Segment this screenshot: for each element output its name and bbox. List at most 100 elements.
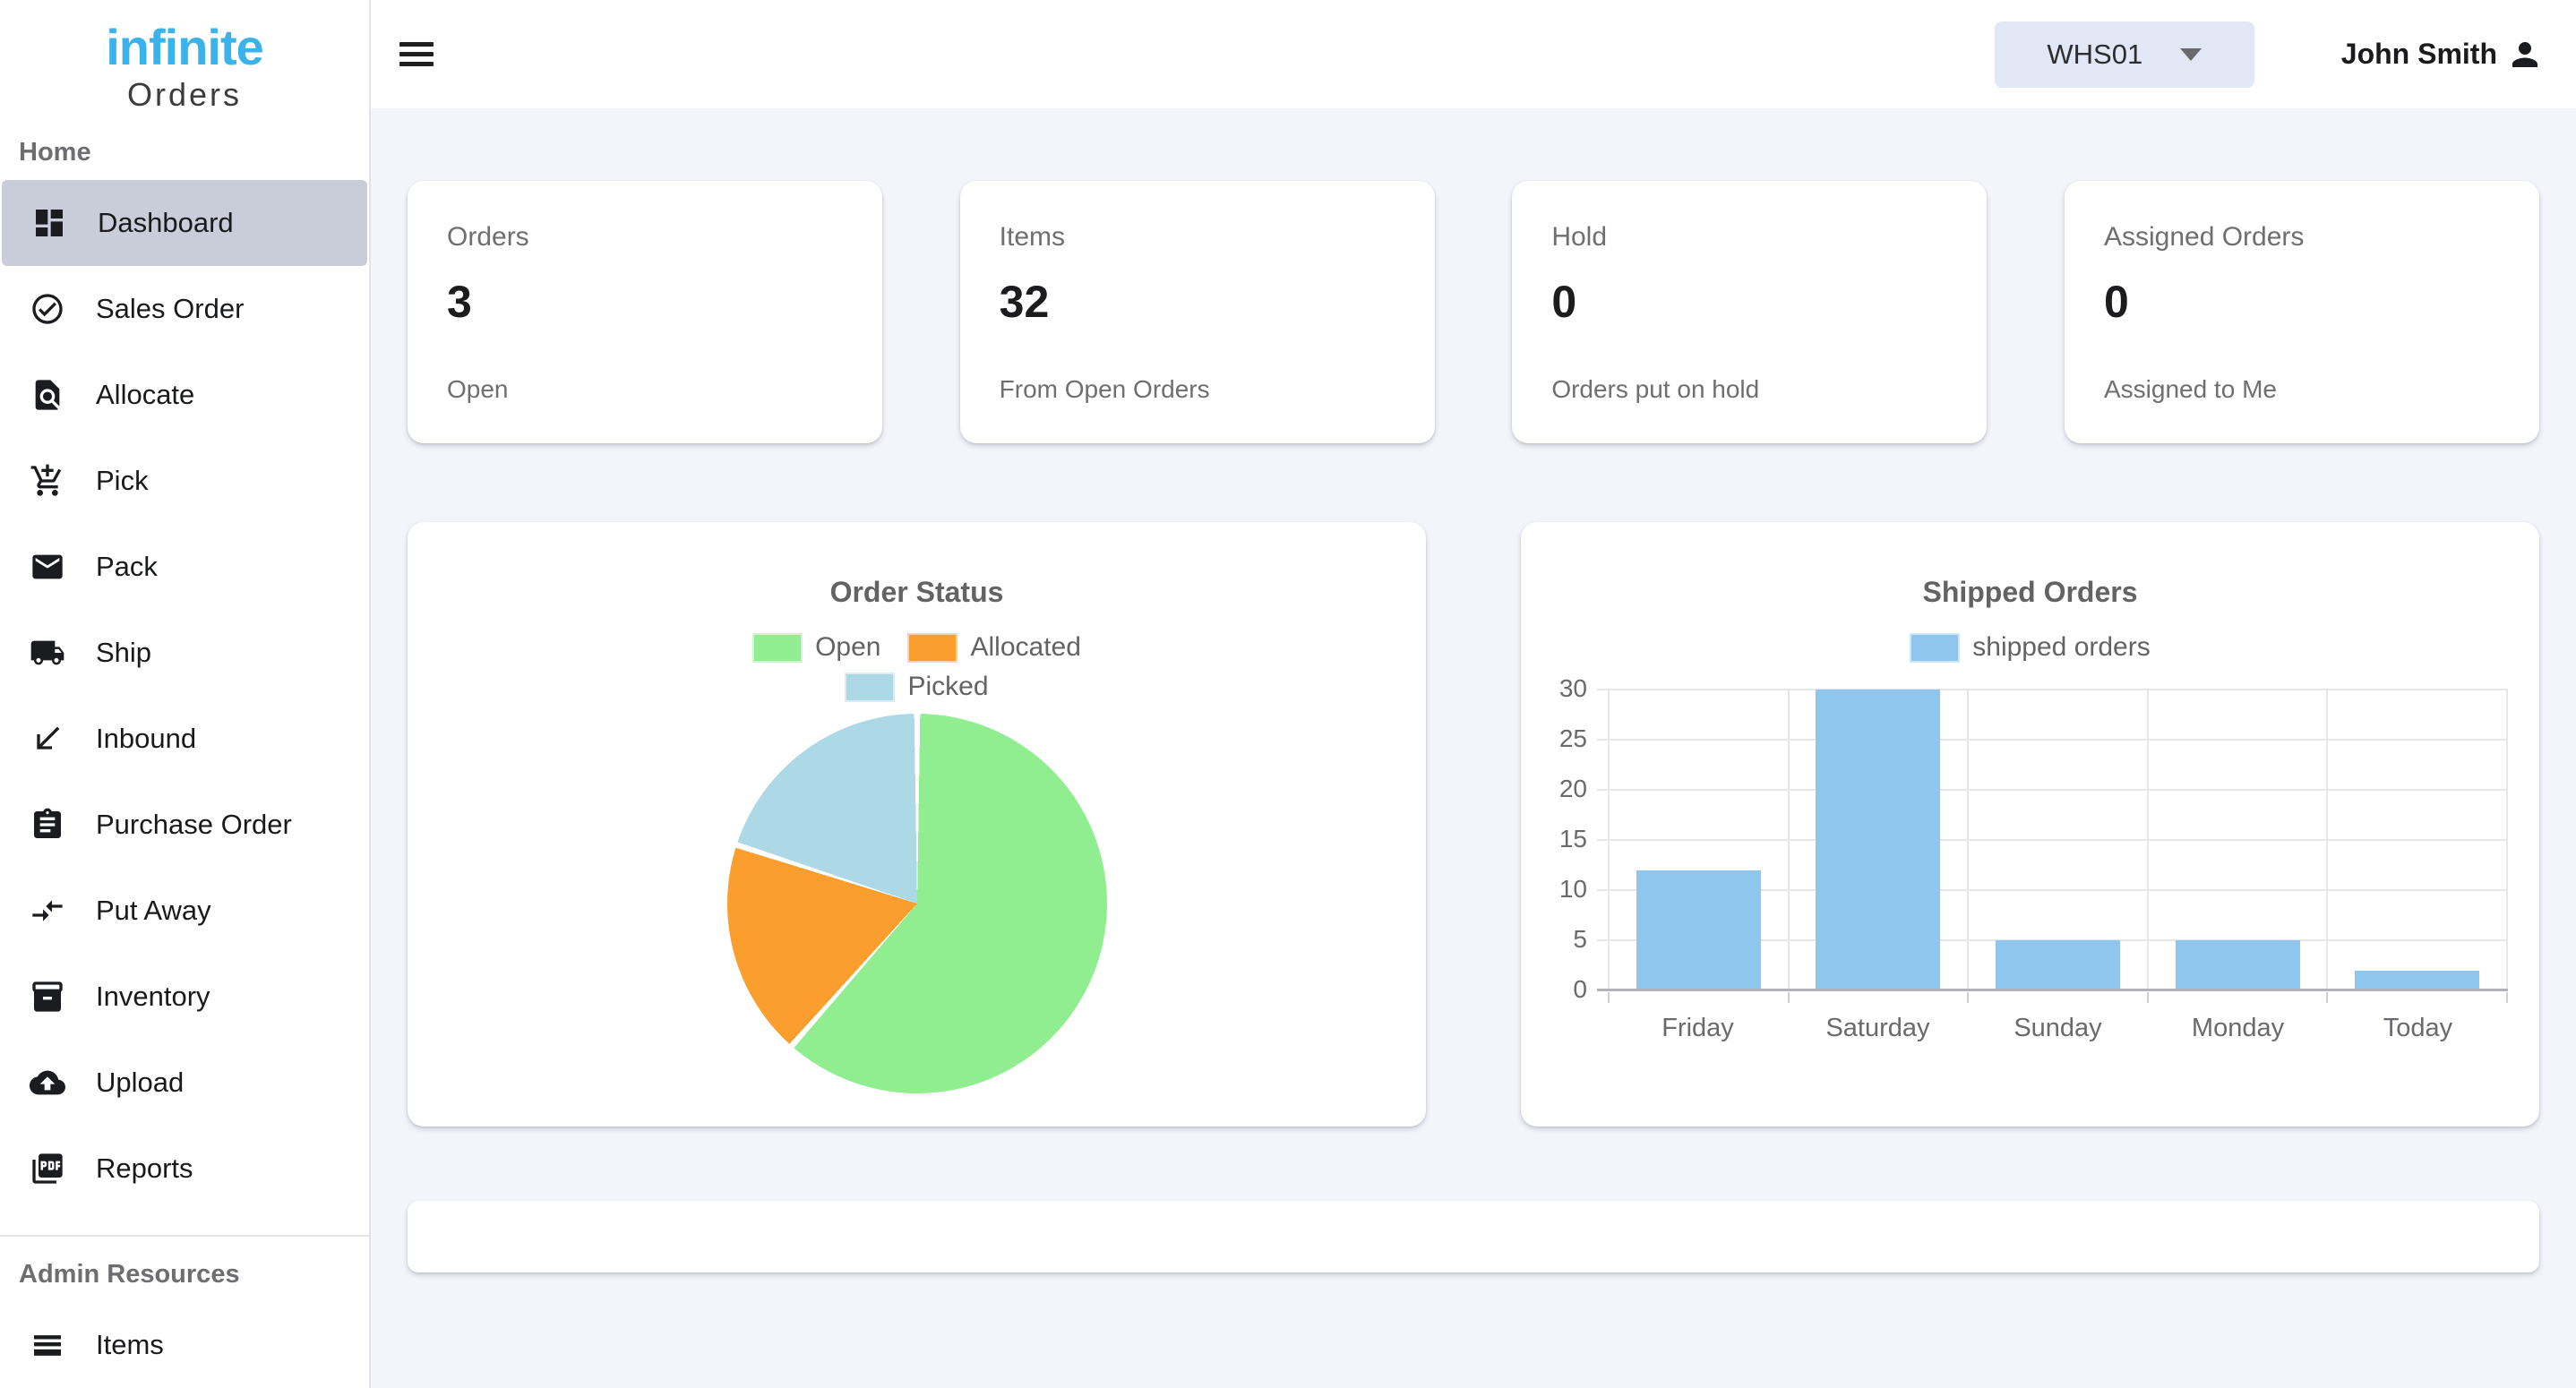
y-tick-label: 20: [1523, 775, 1587, 803]
sidebar-item-inbound[interactable]: Inbound: [0, 696, 369, 782]
bar-chart-title: Shipped Orders: [1521, 576, 2539, 609]
sidebar: infinite Orders Home Dashboard Sales Order…: [0, 0, 371, 1388]
legend-label: Open: [815, 632, 880, 663]
sidebar-sections: Home Dashboard Sales Order Allocate Pick Pack…: [0, 138, 369, 1388]
legend-swatch: [1910, 633, 1960, 663]
sidebar-section: Home Dashboard Sales Order Allocate Pick Pack…: [0, 138, 369, 1212]
y-tick-label: 25: [1523, 724, 1587, 753]
clipboard-icon: [30, 807, 65, 843]
sidebar-item-sales-order[interactable]: Sales Order: [0, 266, 369, 352]
stat-card-value: 32: [1000, 276, 1395, 328]
sidebar-item-pick[interactable]: Pick: [0, 438, 369, 524]
x-tick-label: Friday: [1608, 1014, 1788, 1043]
sidebar-item-dashboard[interactable]: Dashboard: [2, 180, 367, 266]
stat-card-caption: Assigned to Me: [2104, 375, 2500, 404]
sidebar-item-label: Pack: [96, 551, 158, 583]
sidebar-item-label: Dashboard: [98, 207, 234, 239]
inventory-icon: [30, 979, 65, 1015]
bar-today: [2355, 971, 2479, 990]
shipped-orders-card: Shipped Orders shipped orders 0510152025…: [1521, 522, 2539, 1127]
brand-name: infinite: [0, 20, 369, 75]
chevron-down-icon: [2180, 48, 2202, 61]
order-status-card: Order Status Open Allocated Picked: [408, 522, 1426, 1127]
empty-card: [408, 1201, 2539, 1272]
sidebar-item-allocate[interactable]: Allocate: [0, 352, 369, 438]
stat-card-orders: Orders3Open: [408, 181, 882, 443]
compare-arrows-icon: [30, 893, 65, 929]
sidebar-item-label: Purchase Order: [96, 809, 292, 841]
y-tick-label: 10: [1523, 875, 1587, 904]
x-tick-label: Today: [2328, 1014, 2508, 1043]
x-axis-line: [1597, 989, 2508, 991]
legend-swatch: [752, 633, 803, 663]
sidebar-item-put-away[interactable]: Put Away: [0, 868, 369, 954]
gridline: [1597, 839, 2508, 841]
charts-row: Order Status Open Allocated Picked Shipped…: [408, 522, 2539, 1127]
stat-card-value: 0: [2104, 276, 2500, 328]
mail-icon: [30, 549, 65, 585]
gridline: [1597, 789, 2508, 791]
legend-label: shipped orders: [1972, 632, 2150, 663]
stat-card-assigned-orders: Assigned Orders 0 Assigned to Me: [2065, 181, 2539, 443]
sidebar-item-items[interactable]: Items: [0, 1302, 369, 1388]
stat-card-value: 3: [447, 276, 843, 328]
x-tick-label: Monday: [2148, 1014, 2328, 1043]
legend-item-allocated[interactable]: Allocated: [907, 632, 1080, 663]
bar-sunday: [1996, 940, 2120, 990]
brand-subtitle: Orders: [0, 75, 369, 115]
bar-monday: [2176, 940, 2300, 990]
check-circle-icon: [30, 291, 65, 327]
stat-card-title: Hold: [1551, 222, 1947, 253]
sidebar-item-ship[interactable]: Ship: [0, 610, 369, 696]
gridline: [1597, 689, 2508, 690]
pie-chart-title: Order Status: [408, 576, 1426, 609]
sidebar-item-label: Reports: [96, 1152, 193, 1185]
stat-card-title: Items: [1000, 222, 1395, 253]
main-area: WHS01 John Smith Orders3OpenItems32From …: [371, 0, 2576, 1388]
y-tick-label: 30: [1523, 674, 1587, 703]
bar-legend: shipped orders: [1521, 632, 2539, 663]
legend-item-shipped-orders[interactable]: shipped orders: [1910, 632, 2150, 663]
stat-cards: Orders3OpenItems32From Open OrdersHold0O…: [408, 181, 2539, 443]
sidebar-item-label: Sales Order: [96, 293, 244, 325]
sidebar-item-label: Items: [96, 1329, 164, 1361]
bar-x-labels: FridaySaturdaySundayMondayToday: [1608, 1014, 2508, 1043]
legend-item-open[interactable]: Open: [752, 632, 880, 663]
user-menu[interactable]: John Smith: [2341, 36, 2544, 73]
stat-card-caption: Orders put on hold: [1551, 375, 1947, 404]
stat-card-items: Items32From Open Orders: [960, 181, 1435, 443]
add-cart-icon: [30, 463, 65, 499]
brand-logo: infinite Orders: [0, 0, 369, 115]
bar-saturday: [1816, 690, 1940, 990]
legend-label: Picked: [907, 672, 988, 702]
sidebar-section: Admin ResourcesItems: [0, 1235, 369, 1388]
sidebar-item-label: Pick: [96, 465, 149, 497]
menu-icon[interactable]: [399, 37, 434, 72]
top-bar: WHS01 John Smith: [371, 0, 2576, 108]
stat-card-hold: Hold0Orders put on hold: [1512, 181, 1987, 443]
dashboard-content: Orders3OpenItems32From Open OrdersHold0O…: [371, 108, 2576, 1388]
sidebar-item-reports[interactable]: Reports: [0, 1126, 369, 1212]
sidebar-item-upload[interactable]: Upload: [0, 1040, 369, 1126]
sidebar-item-purchase-order[interactable]: Purchase Order: [0, 782, 369, 868]
app: infinite Orders Home Dashboard Sales Order…: [0, 0, 2576, 1388]
sidebar-section-label: Home: [19, 138, 369, 167]
legend-item-picked[interactable]: Picked: [845, 672, 988, 702]
sidebar-item-inventory[interactable]: Inventory: [0, 954, 369, 1040]
sidebar-item-label: Ship: [96, 637, 151, 669]
arrow-received-icon: [30, 721, 65, 757]
cloud-upload-icon: [30, 1065, 65, 1101]
reorder-icon: [30, 1327, 65, 1363]
warehouse-selector[interactable]: WHS01: [1995, 21, 2254, 88]
truck-icon: [30, 635, 65, 671]
sidebar-item-pack[interactable]: Pack: [0, 524, 369, 610]
person-icon: [2506, 36, 2544, 73]
warehouse-selector-value: WHS01: [2047, 39, 2142, 71]
y-tick-label: 0: [1523, 975, 1587, 1004]
sidebar-item-label: Put Away: [96, 895, 211, 927]
bar-friday: [1636, 870, 1761, 990]
sidebar-item-label: Allocate: [96, 379, 194, 411]
y-tick-label: 15: [1523, 825, 1587, 853]
stat-card-title: Assigned Orders: [2104, 222, 2500, 253]
legend-swatch: [845, 673, 895, 702]
